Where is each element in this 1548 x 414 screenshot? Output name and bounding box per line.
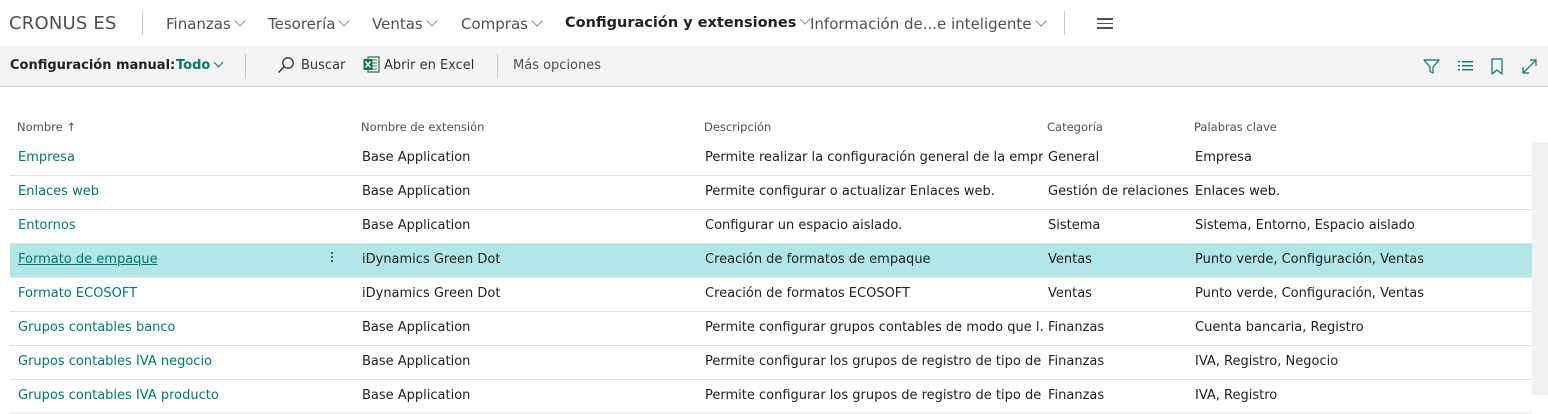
action-bar: Configuración manual: Todo Buscar Abrir … [0, 46, 1548, 87]
row-name-link[interactable]: Formato de empaque [18, 252, 318, 267]
table-row[interactable]: Grupos contables banco Base Application … [10, 312, 1532, 346]
row-category: General [1048, 150, 1100, 165]
row-category: Sistema [1048, 218, 1101, 233]
table-row[interactable]: Entornos Base Application Configurar un … [10, 210, 1532, 244]
row-name-link[interactable]: Grupos contables banco [18, 320, 318, 335]
view-selector[interactable]: Todo [176, 57, 224, 73]
table-row[interactable]: Enlaces web Base Application Permite con… [10, 176, 1532, 210]
chevron-down-icon [531, 15, 543, 27]
chevron-down-icon [234, 15, 246, 27]
row-extension: Base Application [362, 354, 471, 369]
nav-item-tesoreria[interactable]: Tesorería [268, 15, 351, 33]
row-description: Creación de formatos ECOSOFT [705, 286, 910, 301]
more-options-button[interactable]: Más opciones [513, 58, 601, 73]
row-keywords: IVA, Registro [1195, 388, 1278, 403]
excel-icon [363, 56, 380, 73]
row-description: Creación de formatos de empaque [705, 252, 931, 267]
row-extension: iDynamics Green Dot [362, 252, 501, 267]
company-name[interactable]: CRONUS ES [9, 13, 117, 34]
table-row[interactable]: Grupos contables IVA producto Base Appli… [10, 380, 1532, 414]
nav-item-compras[interactable]: Compras [461, 15, 543, 33]
row-category: Finanzas [1048, 320, 1105, 335]
action-divider [497, 54, 498, 78]
nav-item-finanzas[interactable]: Finanzas [166, 15, 246, 33]
nav-item-label: Compras [461, 15, 528, 33]
vertical-scrollbar[interactable] [1532, 142, 1548, 395]
excel-label: Abrir en Excel [384, 58, 475, 73]
row-keywords: Enlaces web. [1195, 184, 1281, 199]
hamburger-menu-icon[interactable] [1097, 18, 1113, 29]
nav-item-label: Ventas [372, 15, 423, 33]
table-row[interactable]: Grupos contables IVA negocio Base Applic… [10, 346, 1532, 380]
nav-divider [142, 11, 143, 35]
column-header-extension[interactable]: Nombre de extensión [361, 120, 484, 134]
page-title: Configuración manual: [10, 58, 176, 73]
table-row[interactable]: Formato ECOSOFT iDynamics Green Dot Crea… [10, 278, 1532, 312]
row-extension: Base Application [362, 150, 471, 165]
search-button[interactable]: Buscar [277, 57, 346, 73]
row-description: Permite configurar los grupos de registr… [705, 388, 1043, 403]
column-header-label: Nombre [17, 120, 63, 134]
nav-item-configuracion[interactable]: Configuración y extensiones [565, 13, 812, 31]
row-keywords: Punto verde, Configuración, Ventas [1195, 252, 1425, 267]
nav-item-label: Configuración y extensiones [565, 15, 797, 31]
chevron-down-icon [426, 15, 438, 27]
column-header-descripcion[interactable]: Descripción [704, 120, 771, 134]
bookmark-icon[interactable] [1490, 58, 1504, 75]
row-more-options-icon[interactable] [328, 250, 336, 270]
chevron-down-icon [1034, 15, 1047, 27]
row-name-link[interactable]: Grupos contables IVA producto [18, 388, 318, 403]
list-view-icon[interactable] [1457, 59, 1474, 74]
row-category: Ventas [1048, 286, 1092, 301]
row-name-link[interactable]: Empresa [18, 150, 318, 165]
row-category: Finanzas [1048, 354, 1105, 369]
row-extension: Base Application [362, 184, 471, 199]
expand-icon[interactable] [1521, 58, 1538, 75]
row-keywords: IVA, Registro, Negocio [1195, 354, 1339, 369]
row-keywords: Cuenta bancaria, Registro [1195, 320, 1364, 335]
table-row[interactable]: Empresa Base Application Permite realiza… [10, 142, 1532, 176]
search-icon [278, 57, 294, 73]
row-description: Permite configurar los grupos de registr… [705, 354, 1043, 369]
row-extension: Base Application [362, 218, 471, 233]
row-keywords: Empresa [1195, 150, 1252, 165]
filter-icon[interactable] [1423, 58, 1440, 75]
open-in-excel-button[interactable]: Abrir en Excel [363, 56, 475, 73]
top-navigation-bar: CRONUS ES Finanzas Tesorería Ventas Comp… [0, 0, 1548, 46]
chevron-down-icon [338, 15, 351, 27]
row-name-link[interactable]: Grupos contables IVA negocio [18, 354, 318, 369]
row-description: Permite configurar o actualizar Enlaces … [705, 184, 995, 199]
row-description: Permite realizar la configuración genera… [705, 150, 1043, 165]
search-label: Buscar [301, 58, 346, 73]
column-header-categoria[interactable]: Categoría [1047, 120, 1103, 134]
row-extension: Base Application [362, 320, 471, 335]
sort-ascending-icon: ↑ [66, 120, 76, 134]
row-extension: iDynamics Green Dot [362, 286, 501, 301]
nav-item-informacion[interactable]: Información de...e inteligente [810, 15, 1047, 33]
nav-item-label: Información de...e inteligente [810, 15, 1032, 33]
row-name-link[interactable]: Entornos [18, 218, 318, 233]
nav-item-ventas[interactable]: Ventas [372, 15, 438, 33]
row-extension: Base Application [362, 388, 471, 403]
column-header-nombre[interactable]: Nombre ↑ [17, 120, 76, 134]
row-category: Ventas [1048, 252, 1092, 267]
row-category: Finanzas [1048, 388, 1105, 403]
row-category: Gestión de relaciones [1048, 184, 1188, 199]
row-description: Configurar un espacio aislado. [705, 218, 903, 233]
nav-item-label: Tesorería [268, 15, 336, 33]
table-row-selected[interactable]: Formato de empaque iDynamics Green Dot C… [10, 244, 1532, 278]
nav-divider [1064, 11, 1065, 35]
row-name-link[interactable]: Enlaces web [18, 184, 318, 199]
row-keywords: Punto verde, Configuración, Ventas [1195, 286, 1425, 301]
row-name-link[interactable]: Formato ECOSOFT [18, 286, 318, 301]
chevron-down-icon [213, 57, 224, 68]
nav-item-label: Finanzas [166, 15, 231, 33]
row-description: Permite configurar grupos contables de m… [705, 320, 1043, 335]
action-divider [245, 54, 246, 78]
column-header-palabras-clave[interactable]: Palabras clave [1194, 120, 1277, 134]
row-keywords: Sistema, Entorno, Espacio aislado [1195, 218, 1415, 233]
view-label: Todo [176, 58, 211, 73]
